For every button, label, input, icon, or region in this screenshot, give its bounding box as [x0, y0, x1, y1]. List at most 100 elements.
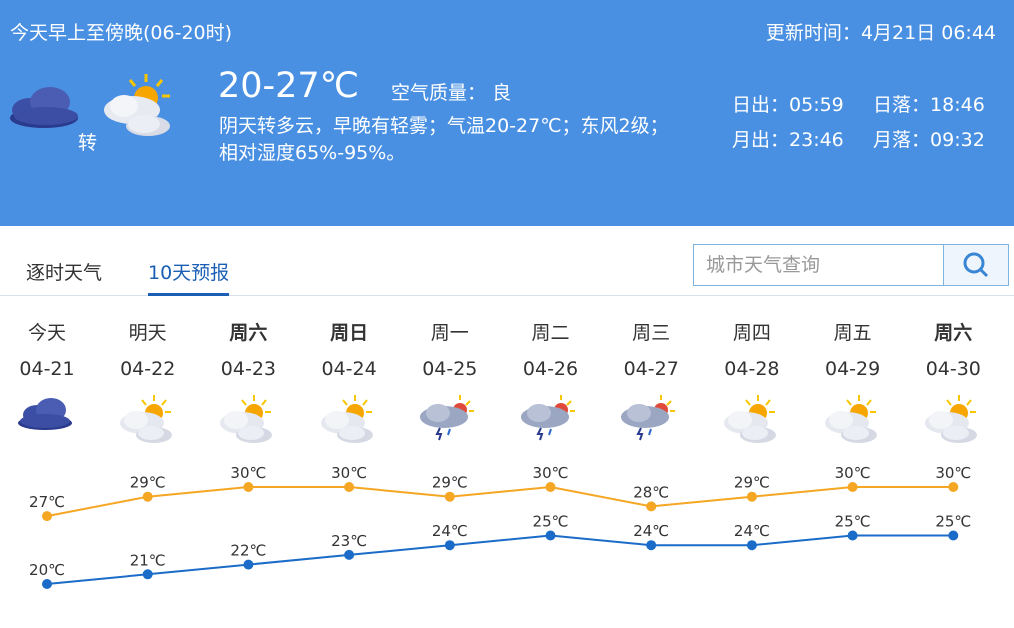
forecast-day-name: 周三 — [632, 322, 671, 344]
tab-hourly[interactable]: 逐时天气 — [26, 258, 102, 293]
moonrise-label: 月出： — [732, 129, 790, 151]
forecast-date: 04-26 — [522, 358, 579, 380]
description-line1: 阴天转多云，早晚有轻雾；气温20-27℃；东风2级； — [219, 115, 669, 137]
partly-cloudy-icon — [821, 393, 881, 449]
low-temp-point — [42, 579, 52, 589]
tab-10day[interactable]: 10天预报 — [148, 258, 230, 296]
low-temp-label: 24℃ — [633, 522, 669, 540]
forecast-date: 04-23 — [220, 358, 276, 380]
search-icon — [963, 252, 989, 278]
low-temp-label: 21℃ — [130, 551, 166, 569]
high-temp-label: 30℃ — [230, 464, 266, 482]
low-temp-point — [142, 569, 153, 580]
moonset-time: 09:32 — [930, 129, 985, 151]
low-temp-label: 25℃ — [533, 513, 569, 531]
city-search-input[interactable] — [694, 245, 944, 285]
high-temp-point — [243, 482, 254, 492]
sunrise-time: 05:59 — [789, 94, 844, 116]
partly-cloudy-icon — [921, 393, 981, 449]
sunset-time: 18:46 — [930, 94, 985, 116]
thunder-shower-icon — [619, 393, 679, 449]
high-temp-label: 30℃ — [835, 464, 871, 482]
moonset-label: 月落： — [873, 129, 931, 151]
high-temp-point — [948, 482, 959, 492]
low-temp-point — [646, 540, 657, 551]
low-temp-point — [444, 540, 455, 551]
search-button[interactable] — [943, 245, 1008, 285]
low-temp-label: 24℃ — [734, 522, 770, 540]
high-temp-point — [344, 482, 355, 492]
air-quality-label: 空气质量： — [391, 82, 487, 104]
sun-times: 日出：05:59 日落：18:46 — [732, 90, 985, 117]
low-temp-label: 23℃ — [331, 532, 367, 550]
high-temp-point — [42, 511, 52, 522]
low-temp-point — [948, 530, 959, 541]
forecast-day-name: 明天 — [128, 322, 167, 344]
low-temp-label: 22℃ — [230, 542, 266, 560]
sunset-label: 日落： — [873, 94, 931, 116]
forecast-date: 04-25 — [422, 358, 478, 380]
air-quality: 空气质量： 良 — [391, 78, 511, 105]
high-temp-point — [545, 482, 556, 492]
forecast-day-name: 周六 — [934, 322, 973, 344]
thunder-shower-icon — [519, 393, 579, 449]
forecast-day-name: 周五 — [833, 322, 872, 344]
overcast-cloud-icon — [6, 80, 82, 136]
air-quality-value: 良 — [492, 82, 512, 104]
forecast-day-name: 周四 — [732, 322, 771, 344]
high-temp-label: 30℃ — [331, 464, 367, 482]
city-search — [693, 244, 1009, 286]
transition-label: 转 — [78, 132, 98, 154]
high-temp-point — [646, 501, 657, 512]
temperature-trend-chart: 27℃ 29℃ 30℃ 30℃ 29℃ 30℃ 28℃ 29℃ 30℃ 30℃ 20℃ 21℃ 22℃ 2… — [29, 464, 971, 589]
low-temp-point — [746, 540, 757, 551]
forecast-date: 04-30 — [925, 358, 981, 380]
thunder-shower-icon — [418, 393, 478, 449]
high-temp-point — [142, 491, 153, 502]
sunrise-label: 日出： — [732, 94, 790, 116]
forecast-day-name: 今天 — [27, 322, 66, 344]
low-temp-point — [847, 530, 858, 541]
low-temp-point — [344, 549, 355, 560]
high-temp-label: 30℃ — [935, 464, 971, 482]
forecast-date: 04-28 — [724, 358, 780, 380]
low-temp-line — [46, 534, 954, 585]
high-temp-label: 29℃ — [432, 474, 468, 492]
high-temp-label: 29℃ — [130, 474, 166, 492]
forecast-date: 04-24 — [321, 358, 377, 380]
description-line2: 相对湿度65%-95%。 — [219, 142, 406, 164]
partly-cloudy-icon — [100, 70, 176, 146]
forecast-day-name: 周日 — [330, 322, 369, 344]
moon-times: 月出：23:46 月落：09:32 — [732, 125, 985, 152]
low-temp-label: 24℃ — [432, 522, 468, 540]
high-temp-label: 29℃ — [734, 474, 770, 492]
high-temp-label: 28℃ — [633, 483, 669, 501]
overcast-icon — [15, 393, 75, 437]
forecast-date: 04-22 — [120, 358, 176, 380]
high-temp-label: 27℃ — [29, 493, 65, 511]
low-temp-point — [545, 530, 556, 541]
low-temp-label: 20℃ — [29, 561, 65, 579]
high-temp-line — [46, 485, 954, 518]
low-temp-point — [243, 559, 254, 570]
forecast-day-name: 周六 — [229, 322, 268, 344]
update-time: 更新时间：4月21日 06:44 — [766, 18, 996, 45]
update-label: 更新时间： — [765, 22, 861, 44]
moonrise-time: 23:46 — [789, 129, 844, 151]
high-temp-point — [847, 482, 858, 492]
high-temp-label: 30℃ — [533, 464, 569, 482]
low-temp-label: 25℃ — [835, 513, 871, 531]
forecast-date: 04-21 — [19, 358, 75, 380]
partly-cloudy-icon — [720, 393, 780, 449]
weather-description: 阴天转多云，早晚有轻雾；气温20-27℃；东风2级； 相对湿度65%-95%。 — [219, 113, 669, 167]
forecast-date: 04-29 — [824, 358, 881, 380]
forecast-period: 今天早上至傍晚(06-20时) — [10, 22, 233, 44]
high-temp-point — [746, 491, 757, 502]
partly-cloudy-icon — [216, 393, 276, 449]
forecast-day-name: 周一 — [430, 322, 469, 344]
today-weather-banner: 今天早上至傍晚(06-20时) 更新时间：4月21日 06:44 转 20-27… — [0, 0, 1014, 226]
update-value: 4月21日 06:44 — [860, 22, 996, 44]
forecast-date: 04-27 — [623, 358, 679, 380]
low-temp-label: 25℃ — [935, 513, 971, 531]
forecast-day-name: 周二 — [531, 322, 570, 344]
